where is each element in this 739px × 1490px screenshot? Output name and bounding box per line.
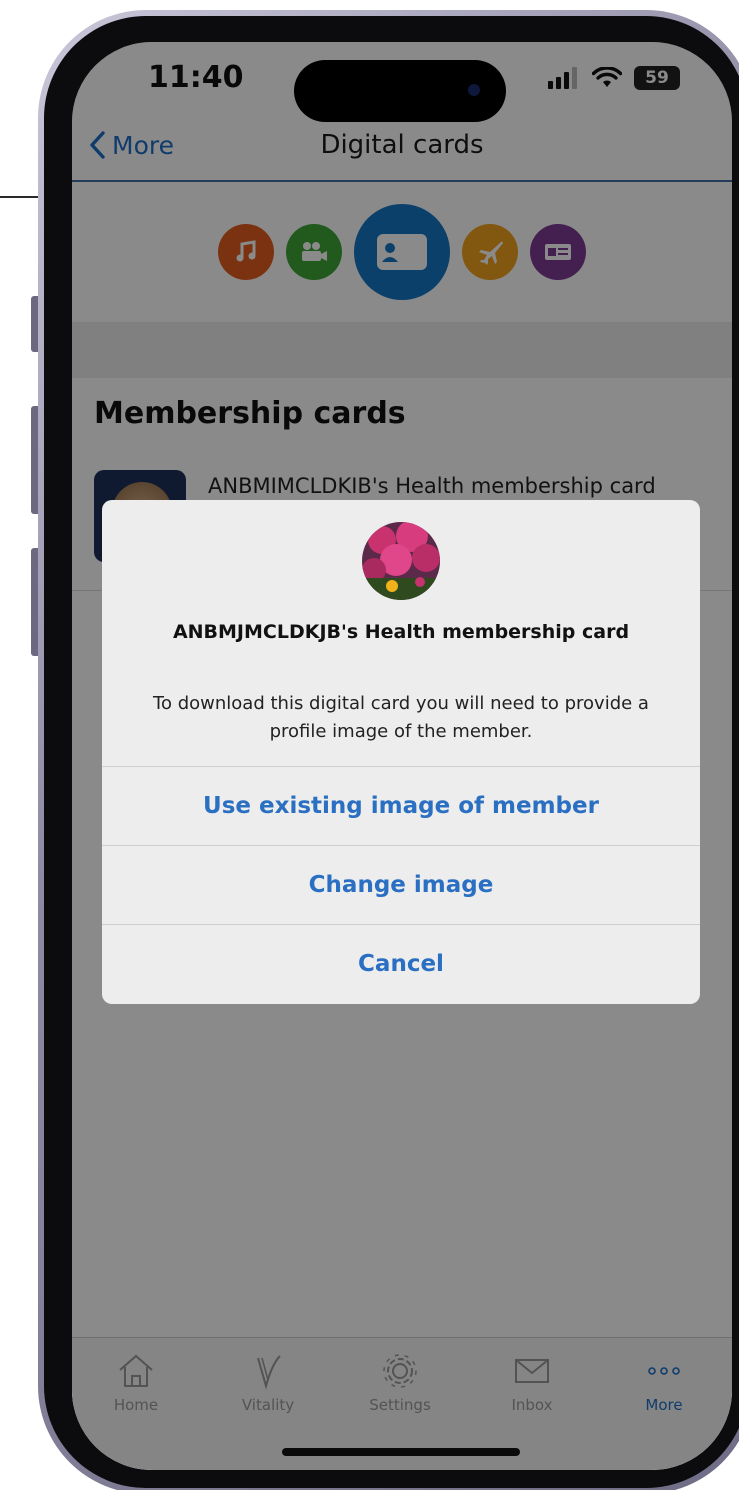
flower-photo-icon [362, 522, 440, 600]
change-image-button[interactable]: Change image [102, 845, 700, 924]
phone-screen: 11:40 59 More Digital cards Membership c… [72, 42, 732, 1470]
use-existing-image-button[interactable]: Use existing image of member [102, 766, 700, 845]
dialog-title: ANBMJMCLDKJB's Health membership card [172, 621, 630, 643]
alert-dialog: ANBMJMCLDKJB's Health membership card To… [102, 500, 700, 1004]
member-avatar [362, 522, 440, 600]
home-indicator[interactable] [282, 1448, 520, 1456]
decorative-line [0, 196, 40, 198]
cancel-button[interactable]: Cancel [102, 924, 700, 1003]
dialog-message: To download this digital card you will n… [153, 693, 649, 742]
page: 11:40 59 More Digital cards Membership c… [0, 0, 739, 1490]
